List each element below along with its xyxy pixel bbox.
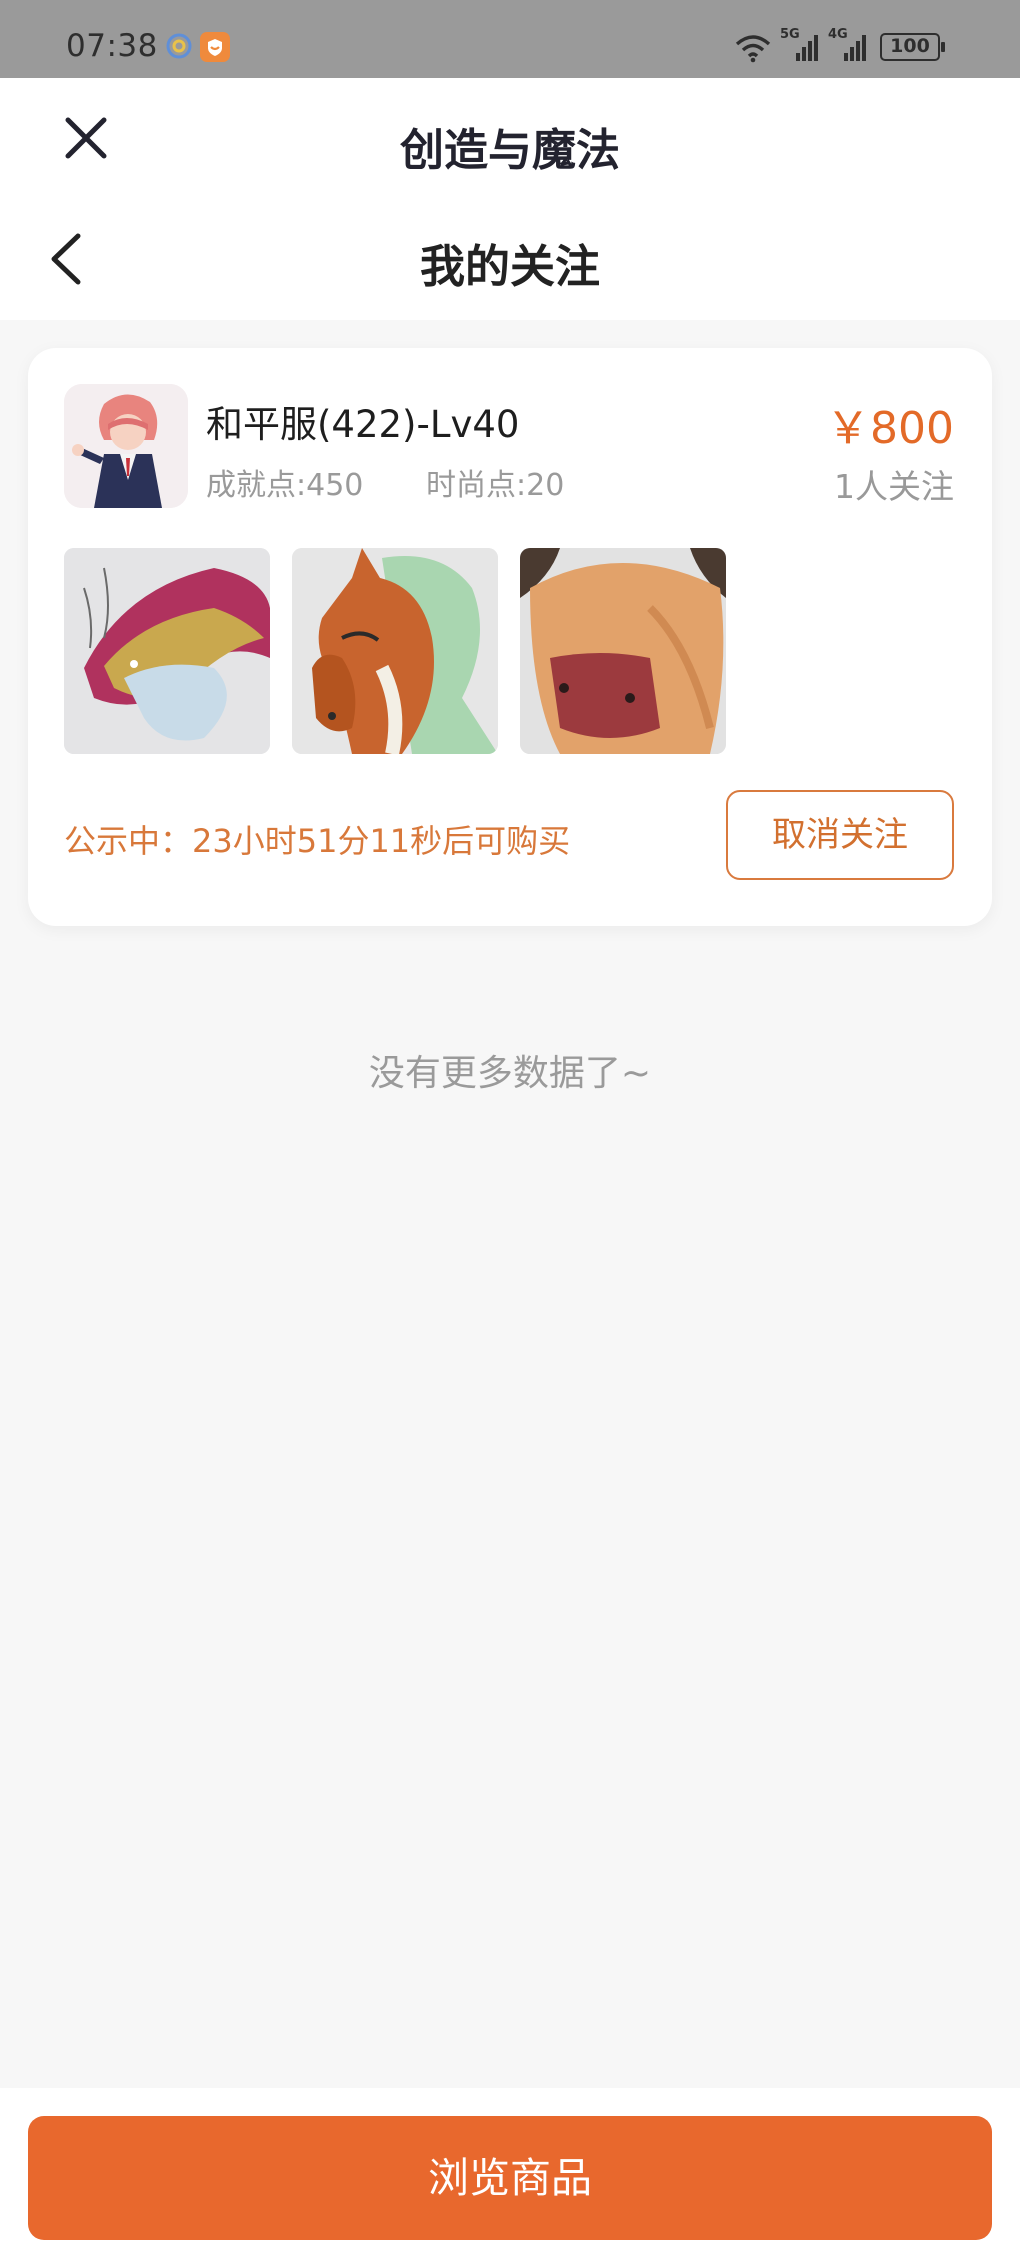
app-shield-icon xyxy=(200,32,230,62)
status-time: 07:38 xyxy=(66,28,158,64)
battery-level: 100 xyxy=(890,35,930,57)
listing-card[interactable]: 和平服(422)-Lv40 成就点:450 时尚点:20 ￥800 1人关注 公… xyxy=(28,348,992,926)
unfollow-button[interactable]: 取消关注 xyxy=(726,790,954,880)
nav-bar: 我的关注 xyxy=(0,198,1020,320)
signal-4g-icon: 4G xyxy=(828,27,872,65)
achievement-points: 成就点:450 xyxy=(206,468,364,503)
page-title: 我的关注 xyxy=(419,240,600,293)
publicity-notice: 公示中：23小时51分11秒后可购买 xyxy=(64,822,571,860)
wifi-icon xyxy=(735,35,771,63)
fashion-points: 时尚点:20 xyxy=(426,468,565,503)
listing-price: ￥800 xyxy=(826,403,954,454)
horse-mount-image[interactable] xyxy=(292,548,498,754)
listing-name: 和平服(422)-Lv40 xyxy=(206,403,520,446)
yak-mount-image[interactable] xyxy=(520,548,726,754)
app-header: 创造与魔法 xyxy=(0,78,1020,198)
character-avatar xyxy=(64,384,188,508)
browse-products-button[interactable]: 浏览商品 xyxy=(28,2116,992,2240)
bottom-bar: 浏览商品 xyxy=(0,2088,1020,2267)
status-bar: 07:38 5G 4G 100 xyxy=(0,0,1020,78)
assistant-icon xyxy=(166,33,192,59)
signal-5g-icon: 5G xyxy=(780,27,824,65)
battery-icon: 100 xyxy=(880,33,945,61)
app-title: 创造与魔法 xyxy=(400,125,620,176)
dragon-mount-image[interactable] xyxy=(64,548,270,754)
no-more-data-text: 没有更多数据了~ xyxy=(368,1053,652,1094)
follower-count: 1人关注 xyxy=(834,467,954,506)
